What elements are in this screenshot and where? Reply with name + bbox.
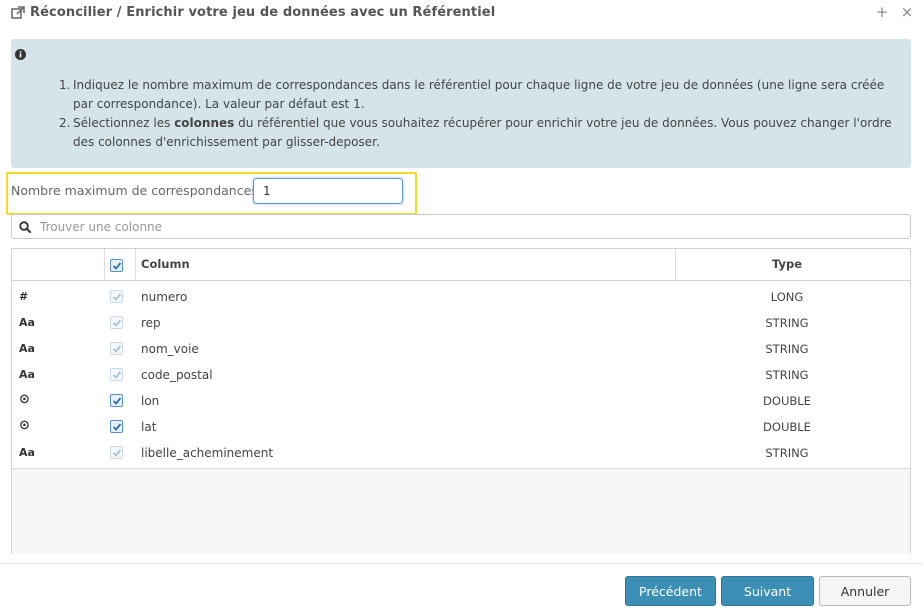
- column-search[interactable]: [11, 214, 911, 239]
- check-icon: [112, 319, 122, 327]
- column-type: STRING: [765, 342, 809, 356]
- text-type-icon: Aa: [19, 342, 35, 355]
- dialog-title: Réconcilier / Enrichir votre jeu de donn…: [30, 5, 496, 20]
- row-checkbox[interactable]: [110, 394, 123, 407]
- column-name: lon: [141, 394, 160, 408]
- instruction-number: 1.: [59, 78, 71, 92]
- column-type: DOUBLE: [763, 420, 811, 434]
- table-row[interactable]: Aa code_postal STRING: [12, 362, 910, 388]
- row-checkbox: [110, 290, 123, 303]
- maximize-button[interactable]: +: [875, 4, 889, 20]
- table-row[interactable]: Aa rep STRING: [12, 310, 910, 336]
- footer-divider: [0, 563, 923, 564]
- info-circle-icon: [15, 49, 26, 60]
- column-name: code_postal: [141, 368, 213, 382]
- instruction-number: 2.: [59, 116, 71, 130]
- text-type-icon: Aa: [19, 316, 35, 329]
- column-type: STRING: [765, 446, 809, 460]
- column-name: libelle_acheminement: [141, 446, 274, 460]
- column-name: numero: [141, 290, 188, 304]
- table-row[interactable]: ⊙ lat DOUBLE: [12, 414, 910, 440]
- row-checkbox: [110, 316, 123, 329]
- check-icon: [112, 423, 122, 431]
- number-hash-icon: #: [19, 290, 29, 303]
- close-button[interactable]: ×: [900, 4, 914, 20]
- check-icon: [112, 262, 122, 270]
- header-separator: [104, 249, 105, 281]
- instruction-text: Indiquez le nombre maximum de correspond…: [73, 78, 885, 111]
- text-type-icon: Aa: [19, 446, 35, 459]
- column-type: STRING: [765, 368, 809, 382]
- check-icon: [112, 371, 122, 379]
- select-all-checkbox[interactable]: [110, 259, 123, 272]
- row-checkbox: [110, 342, 123, 355]
- instruction-text-prefix: Sélectionnez les: [73, 116, 175, 130]
- text-type-icon: Aa: [19, 368, 35, 381]
- circle-dot-icon: ⊙: [19, 392, 30, 407]
- column-name: nom_voie: [141, 342, 199, 356]
- column-type: DOUBLE: [763, 394, 811, 408]
- check-icon: [112, 397, 122, 405]
- table-row[interactable]: ⊙ lon DOUBLE: [12, 388, 910, 414]
- search-input[interactable]: [38, 216, 898, 237]
- check-icon: [112, 293, 122, 301]
- header-column[interactable]: Column: [141, 249, 190, 281]
- table-row[interactable]: # numero LONG: [12, 284, 910, 310]
- column-type: STRING: [765, 316, 809, 330]
- column-type: LONG: [770, 290, 804, 304]
- table-row[interactable]: Aa libelle_acheminement STRING: [12, 440, 910, 466]
- instruction-item: 1. Indiquez le nombre maximum de corresp…: [59, 76, 893, 113]
- max-matches-label: Nombre maximum de correspondances: [11, 183, 258, 198]
- previous-button[interactable]: Précédent: [625, 576, 716, 606]
- column-name: lat: [141, 420, 157, 434]
- max-matches-input[interactable]: [253, 178, 403, 204]
- header-separator: [135, 249, 136, 281]
- grid-header: Column Type: [12, 249, 910, 281]
- dialog-titlebar: Réconcilier / Enrichir votre jeu de donn…: [0, 0, 923, 28]
- row-checkbox: [110, 446, 123, 459]
- row-checkbox[interactable]: [110, 420, 123, 433]
- circle-dot-icon: ⊙: [19, 418, 30, 433]
- grid-empty-area: [12, 468, 910, 554]
- instruction-item: 2. Sélectionnez les colonnes du référent…: [59, 114, 893, 151]
- column-name: rep: [141, 316, 161, 330]
- next-button[interactable]: Suivant: [721, 576, 814, 606]
- info-box: 1. Indiquez le nombre maximum de corresp…: [11, 39, 911, 168]
- header-type[interactable]: Type: [676, 249, 898, 281]
- table-row[interactable]: Aa nom_voie STRING: [12, 336, 910, 362]
- search-icon: [19, 221, 31, 233]
- instruction-text-bold: colonnes: [174, 116, 235, 130]
- check-icon: [112, 449, 122, 457]
- check-icon: [112, 345, 122, 353]
- row-checkbox: [110, 368, 123, 381]
- external-link-icon: [11, 6, 25, 19]
- info-instructions: 1. Indiquez le nombre maximum de corresp…: [59, 76, 893, 151]
- columns-grid: Column Type # numero LONG Aa rep STRING Aa nom_…: [11, 248, 911, 554]
- cancel-button[interactable]: Annuler: [819, 576, 911, 606]
